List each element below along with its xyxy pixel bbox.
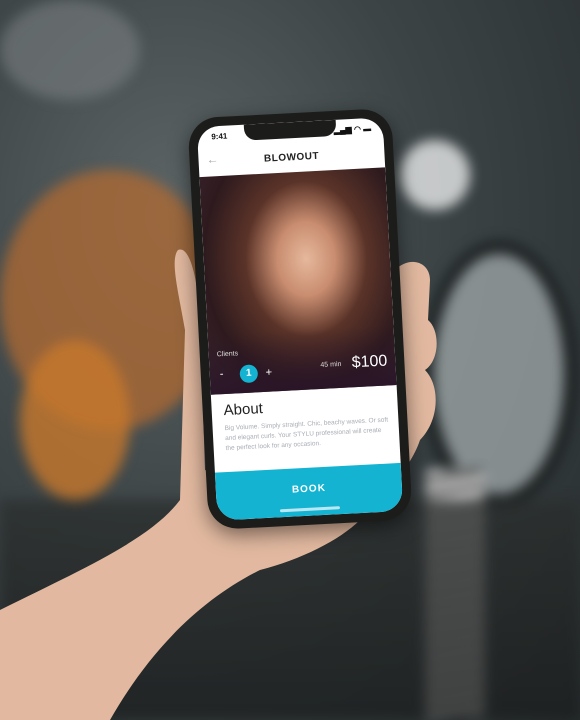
app-screen: 9:41 ▂▄▆ ◠ ▬ ← BLOWOUT Clients - 1 + 45 … xyxy=(196,117,404,521)
home-indicator xyxy=(279,506,341,513)
signal-icon: ▂▄▆ xyxy=(333,125,352,135)
about-description: Big Volume. Simply straight. Chic, beach… xyxy=(224,416,389,453)
clients-label: Clients xyxy=(216,350,239,359)
page-title: BLOWOUT xyxy=(263,150,320,165)
status-icons: ▂▄▆ ◠ ▬ xyxy=(334,124,372,135)
service-price: $100 xyxy=(351,352,388,372)
status-time: 9:41 xyxy=(211,131,228,142)
wifi-icon: ◠ xyxy=(353,124,362,134)
increase-clients-button[interactable]: + xyxy=(265,367,272,379)
phone: 9:41 ▂▄▆ ◠ ▬ ← BLOWOUT Clients - 1 + 45 … xyxy=(187,107,413,531)
book-button-label: BOOK xyxy=(291,482,327,496)
service-photo: Clients - 1 + 45 min $100 xyxy=(199,167,397,395)
decrease-clients-button[interactable]: - xyxy=(219,368,223,380)
about-heading: About xyxy=(223,400,264,420)
book-button[interactable]: BOOK xyxy=(214,462,404,521)
service-duration: 45 min xyxy=(320,360,342,369)
battery-icon: ▬ xyxy=(362,124,372,134)
